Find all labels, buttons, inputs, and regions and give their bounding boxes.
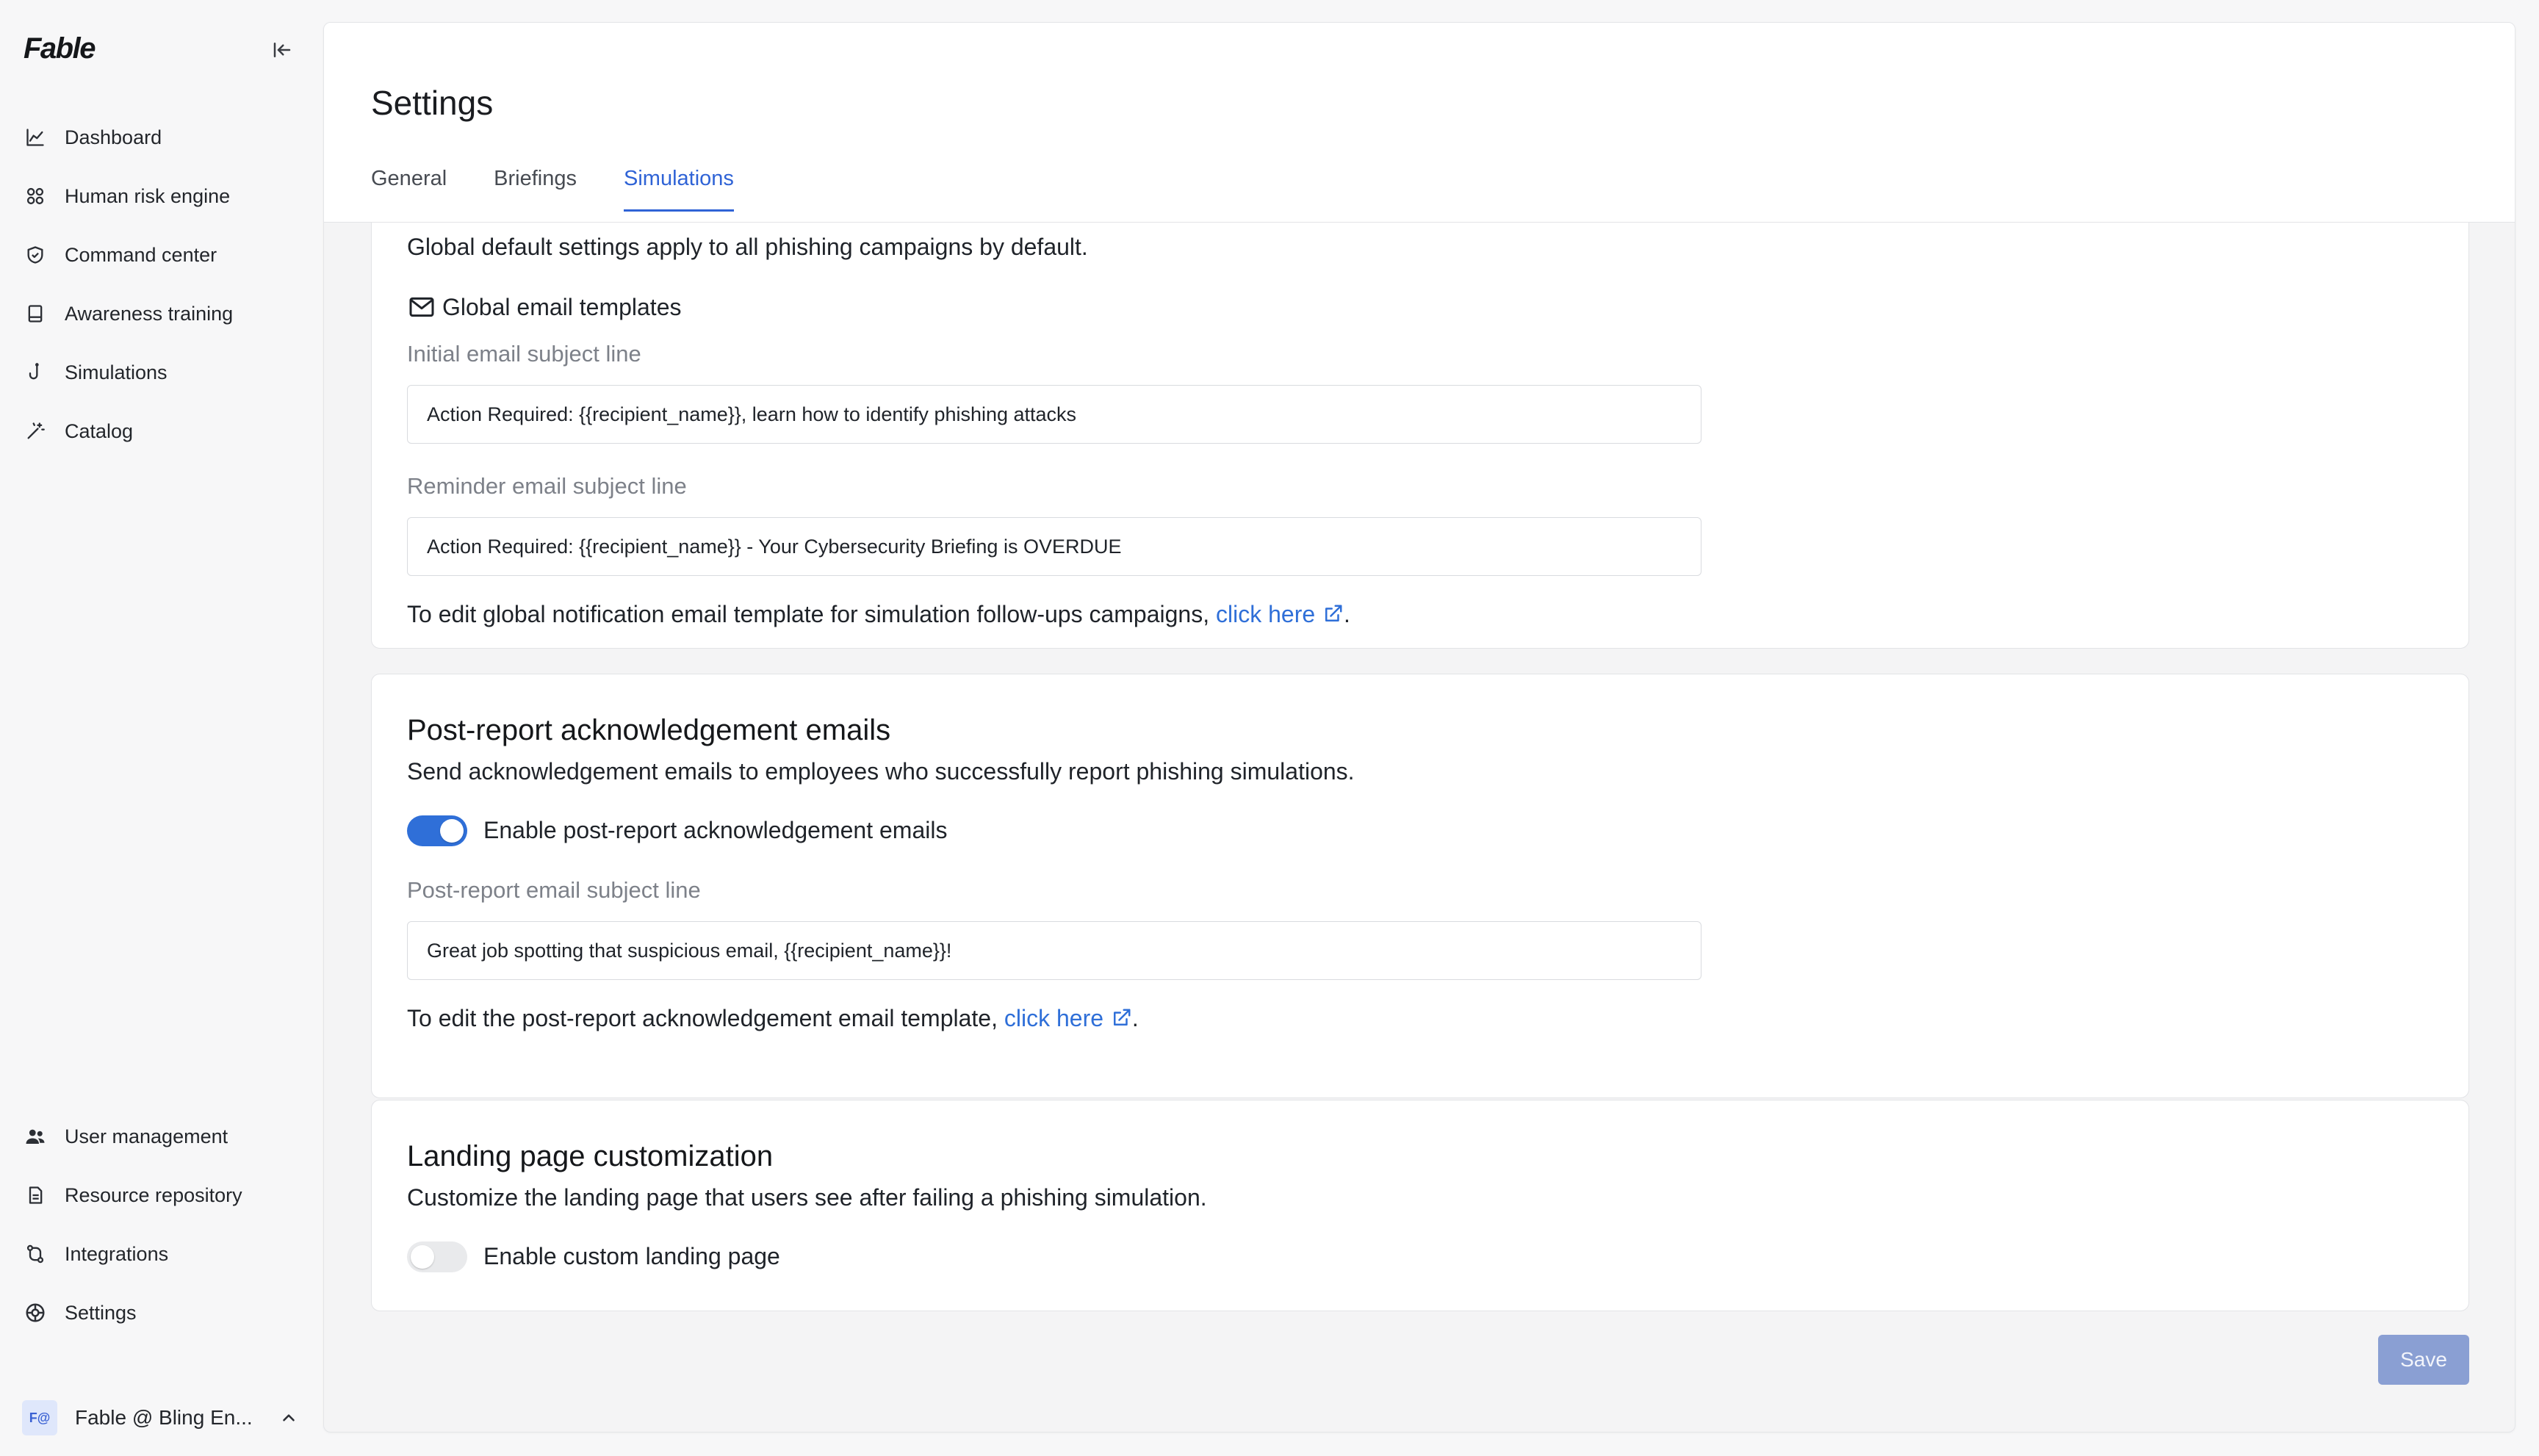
sidebar-item-settings[interactable]: Settings xyxy=(21,1291,300,1335)
global-defaults-description: Global default settings apply to all phi… xyxy=(407,234,1088,260)
sidebar-item-human-risk-engine[interactable]: Human risk engine xyxy=(21,174,300,218)
post-report-card: Post-report acknowledgement emails Send … xyxy=(371,674,2469,1098)
sidebar-item-label: Catalog xyxy=(65,419,134,442)
sidebar-item-label: Integrations xyxy=(65,1242,169,1265)
sidebar-item-catalog[interactable]: Catalog xyxy=(21,409,300,453)
global-template-edit-text: To edit global notification email templa… xyxy=(407,601,1350,628)
account-name: Fable @ Bling En... xyxy=(75,1406,253,1429)
sidebar-item-label: Human risk engine xyxy=(65,184,231,207)
collapse-left-icon xyxy=(273,43,291,57)
sidebar-item-label: Simulations xyxy=(65,361,168,383)
sidebar: Fable Dashboard Human risk engine Comman… xyxy=(0,0,323,1456)
settings-icon xyxy=(21,1298,50,1327)
reminder-email-subject-label: Reminder email subject line xyxy=(407,473,687,499)
tab-general[interactable]: General xyxy=(371,167,447,206)
magic-wand-icon xyxy=(21,417,50,446)
main-panel: Settings General Briefings Simulations G… xyxy=(323,22,2515,1432)
mail-icon xyxy=(409,297,434,317)
chart-line-icon xyxy=(21,123,50,152)
post-report-edit-end: . xyxy=(1131,1005,1139,1031)
sidebar-item-resource-repository[interactable]: Resource repository xyxy=(21,1173,300,1217)
landing-page-card: Landing page customization Customize the… xyxy=(371,1100,2469,1311)
sidebar-item-label: Settings xyxy=(65,1301,137,1324)
initial-email-subject-label: Initial email subject line xyxy=(407,341,641,367)
global-template-edit-end: . xyxy=(1344,601,1350,627)
global-email-templates-label: Global email templates xyxy=(442,293,682,320)
hook-icon xyxy=(21,358,50,387)
post-report-description: Send acknowledgement emails to employees… xyxy=(407,758,1355,785)
book-icon xyxy=(21,299,50,328)
post-report-subject-input[interactable] xyxy=(407,921,1701,980)
sidebar-item-command-center[interactable]: Command center xyxy=(21,233,300,277)
shield-check-icon xyxy=(21,240,50,270)
global-template-edit-label: To edit global notification email templa… xyxy=(407,601,1210,627)
sidebar-item-integrations[interactable]: Integrations xyxy=(21,1232,300,1276)
avatar: F@ xyxy=(22,1400,57,1435)
network-icon xyxy=(21,181,50,211)
account-switcher[interactable]: F@ Fable @ Bling En... xyxy=(22,1397,309,1438)
reminder-email-subject-input[interactable] xyxy=(407,517,1701,576)
custom-landing-page-toggle-label: Enable custom landing page xyxy=(483,1243,780,1269)
sidebar-item-dashboard[interactable]: Dashboard xyxy=(21,115,300,159)
sidebar-item-label: User management xyxy=(65,1125,228,1147)
page-header: Settings General Briefings Simulations xyxy=(324,23,2515,223)
save-button[interactable]: Save xyxy=(2378,1335,2469,1385)
post-report-subject-label: Post-report email subject line xyxy=(407,877,701,903)
post-report-toggle[interactable] xyxy=(407,815,467,846)
git-branch-icon xyxy=(21,1239,50,1269)
post-report-edit-text: To edit the post-report acknowledgement … xyxy=(407,1005,1139,1032)
sidebar-item-awareness-training[interactable]: Awareness training xyxy=(21,292,300,336)
brand-logo: Fable xyxy=(24,32,96,65)
document-icon xyxy=(21,1181,50,1210)
global-email-templates-heading: Global email templates xyxy=(407,292,681,322)
sidebar-item-label: Dashboard xyxy=(65,126,162,148)
global-defaults-card: Global default settings apply to all phi… xyxy=(371,155,2469,649)
global-template-link-label: click here xyxy=(1216,601,1316,627)
toggle-knob xyxy=(411,1245,434,1269)
landing-page-description: Customize the landing page that users se… xyxy=(407,1184,1207,1211)
settings-tabs: General Briefings Simulations xyxy=(371,167,734,212)
post-report-toggle-label: Enable post-report acknowledgement email… xyxy=(483,817,948,843)
external-link-icon xyxy=(1113,1009,1131,1026)
sidebar-item-simulations[interactable]: Simulations xyxy=(21,350,300,394)
tab-briefings[interactable]: Briefings xyxy=(494,167,577,206)
users-icon xyxy=(21,1122,50,1151)
global-template-click-here-link[interactable]: click here xyxy=(1216,601,1344,627)
sidebar-item-user-management[interactable]: User management xyxy=(21,1114,300,1158)
post-report-title: Post-report acknowledgement emails xyxy=(407,714,891,746)
custom-landing-page-toggle[interactable] xyxy=(407,1241,467,1272)
tab-simulations[interactable]: Simulations xyxy=(624,167,734,212)
collapse-sidebar-button[interactable] xyxy=(267,35,297,65)
post-report-link-label: click here xyxy=(1004,1005,1104,1031)
post-report-click-here-link[interactable]: click here xyxy=(1004,1005,1132,1031)
landing-page-title: Landing page customization xyxy=(407,1140,774,1172)
external-link-icon xyxy=(1325,605,1342,621)
page-title: Settings xyxy=(371,84,494,122)
chevron-up-icon xyxy=(283,1414,295,1421)
post-report-edit-label: To edit the post-report acknowledgement … xyxy=(407,1005,998,1031)
toggle-knob xyxy=(440,819,464,843)
sidebar-item-label: Awareness training xyxy=(65,302,234,325)
sidebar-item-label: Resource repository xyxy=(65,1183,242,1206)
sidebar-item-label: Command center xyxy=(65,243,217,266)
initial-email-subject-input[interactable] xyxy=(407,385,1701,444)
